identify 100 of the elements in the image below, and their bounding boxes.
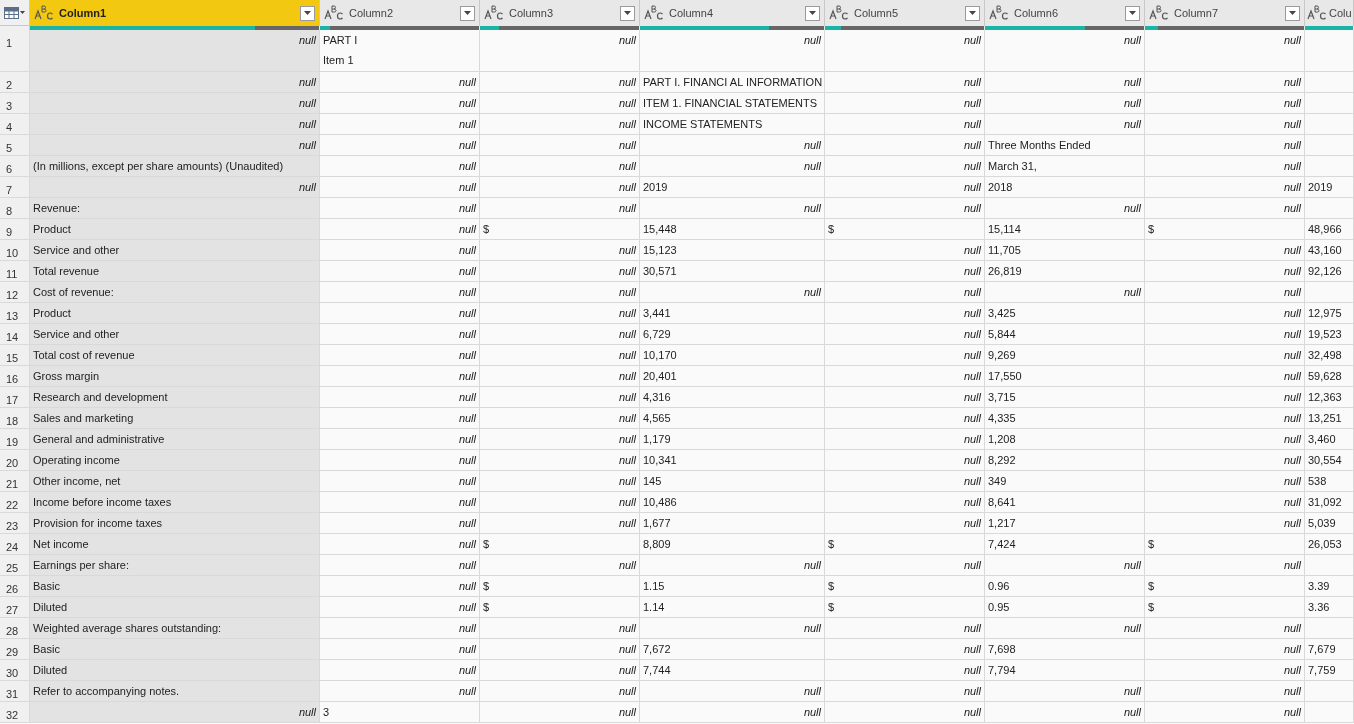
null-value: null bbox=[618, 390, 636, 405]
table-cell-text: $ bbox=[1148, 222, 1156, 237]
null-value: null bbox=[1283, 33, 1301, 48]
null-value: null bbox=[963, 642, 981, 657]
null-value: null bbox=[1283, 411, 1301, 426]
null-value: null bbox=[458, 684, 476, 699]
null-value: null bbox=[1283, 621, 1301, 636]
row-number: 28 bbox=[6, 625, 19, 637]
null-value: null bbox=[803, 621, 821, 636]
null-value: null bbox=[618, 117, 636, 132]
null-value: null bbox=[458, 285, 476, 300]
table-cell-text: 9,269 bbox=[988, 348, 1017, 363]
null-value: null bbox=[1283, 705, 1301, 720]
table-cell-text: 1.14 bbox=[643, 600, 666, 615]
null-value: null bbox=[1283, 369, 1301, 384]
table-cell-text: 7,679 bbox=[1308, 642, 1337, 657]
table-cell-text: 3,460 bbox=[1308, 432, 1337, 447]
null-value: null bbox=[458, 159, 476, 174]
column-name: Column3 bbox=[509, 5, 554, 21]
column-filter-button[interactable] bbox=[805, 5, 820, 21]
table-menu-button[interactable] bbox=[4, 6, 25, 19]
row-number: 16 bbox=[6, 373, 19, 385]
column-header[interactable]: Colu bbox=[1305, 0, 1354, 26]
column-header[interactable]: Column2 bbox=[320, 0, 480, 26]
column-filter-button[interactable] bbox=[965, 5, 980, 21]
null-value: null bbox=[803, 33, 821, 48]
table-cell-text: 1,217 bbox=[988, 516, 1017, 531]
column-header[interactable]: Column5 bbox=[825, 0, 985, 26]
null-value: null bbox=[803, 285, 821, 300]
column-name: Column2 bbox=[349, 5, 394, 21]
table-cell-text: Other income, net bbox=[33, 474, 122, 489]
null-value: null bbox=[458, 138, 476, 153]
table-cell-text: 15,123 bbox=[643, 243, 678, 258]
table-cell-text: 349 bbox=[988, 474, 1008, 489]
null-value: null bbox=[618, 75, 636, 90]
null-value: null bbox=[963, 285, 981, 300]
null-value: null bbox=[458, 75, 476, 90]
null-value: null bbox=[963, 495, 981, 510]
table-cell-text: Basic bbox=[33, 579, 61, 594]
null-value: null bbox=[458, 432, 476, 447]
null-value: null bbox=[458, 579, 476, 594]
column-header[interactable]: Column4 bbox=[640, 0, 825, 26]
column-header[interactable]: Column7 bbox=[1145, 0, 1305, 26]
row-number: 30 bbox=[6, 667, 19, 679]
column-filter-button[interactable] bbox=[1285, 5, 1300, 21]
null-value: null bbox=[458, 663, 476, 678]
null-value: null bbox=[1283, 243, 1301, 258]
row-number: 9 bbox=[6, 226, 13, 238]
column-filter-button[interactable] bbox=[620, 5, 635, 21]
column-filter-button[interactable] bbox=[300, 5, 315, 21]
null-value: null bbox=[618, 411, 636, 426]
null-value: null bbox=[1283, 285, 1301, 300]
table-cell-text: 1,208 bbox=[988, 432, 1017, 447]
null-value: null bbox=[963, 621, 981, 636]
table-cell-text: 1.15 bbox=[643, 579, 666, 594]
null-value: null bbox=[618, 138, 636, 153]
row-number: 11 bbox=[6, 268, 18, 280]
null-value: null bbox=[803, 684, 821, 699]
row-number: 22 bbox=[6, 499, 19, 511]
null-value: null bbox=[963, 201, 981, 216]
table-cell-text: 2019 bbox=[643, 180, 669, 195]
row-number: 27 bbox=[6, 604, 19, 616]
null-value: null bbox=[963, 453, 981, 468]
null-value: null bbox=[1123, 621, 1141, 636]
table-cell-text: 7,759 bbox=[1308, 663, 1337, 678]
table-cell-text: 4,565 bbox=[643, 411, 672, 426]
table-cell-text: Weighted average shares outstanding: bbox=[33, 621, 223, 636]
null-value: null bbox=[803, 201, 821, 216]
table-cell-text: 48,966 bbox=[1308, 222, 1343, 237]
table-cell-text: Gross margin bbox=[33, 369, 101, 384]
null-value: null bbox=[963, 243, 981, 258]
column-header[interactable]: Column1 bbox=[30, 0, 320, 26]
null-value: null bbox=[458, 243, 476, 258]
table-cell-text: Basic bbox=[33, 642, 61, 657]
table-cell-text: 0.95 bbox=[988, 600, 1011, 615]
null-value: null bbox=[458, 453, 476, 468]
column-header[interactable]: Column3 bbox=[480, 0, 640, 26]
null-value: null bbox=[963, 474, 981, 489]
table-cell-text: 30,571 bbox=[643, 264, 678, 279]
table-cell-text: Refer to accompanying notes. bbox=[33, 684, 181, 699]
null-value: null bbox=[618, 285, 636, 300]
table-cell-text: ITEM 1. FINANCIAL STATEMENTS bbox=[643, 96, 818, 111]
null-value: null bbox=[1283, 558, 1301, 573]
column-filter-button[interactable] bbox=[1125, 5, 1140, 21]
row-number: 26 bbox=[6, 583, 19, 595]
null-value: null bbox=[618, 369, 636, 384]
null-value: null bbox=[618, 201, 636, 216]
table-cell-text: 10,341 bbox=[643, 453, 678, 468]
table-cell-text: $ bbox=[828, 600, 836, 615]
column-header[interactable]: Column6 bbox=[985, 0, 1145, 26]
column-filter-button[interactable] bbox=[460, 5, 475, 21]
null-value: null bbox=[458, 180, 476, 195]
row-number: 20 bbox=[6, 457, 19, 469]
table-cell-text: 30,554 bbox=[1308, 453, 1343, 468]
null-value: null bbox=[1123, 201, 1141, 216]
column-name: Column1 bbox=[59, 5, 107, 21]
null-value: null bbox=[1283, 201, 1301, 216]
null-value: null bbox=[1283, 348, 1301, 363]
row-number: 5 bbox=[6, 142, 13, 154]
null-value: null bbox=[298, 138, 316, 153]
